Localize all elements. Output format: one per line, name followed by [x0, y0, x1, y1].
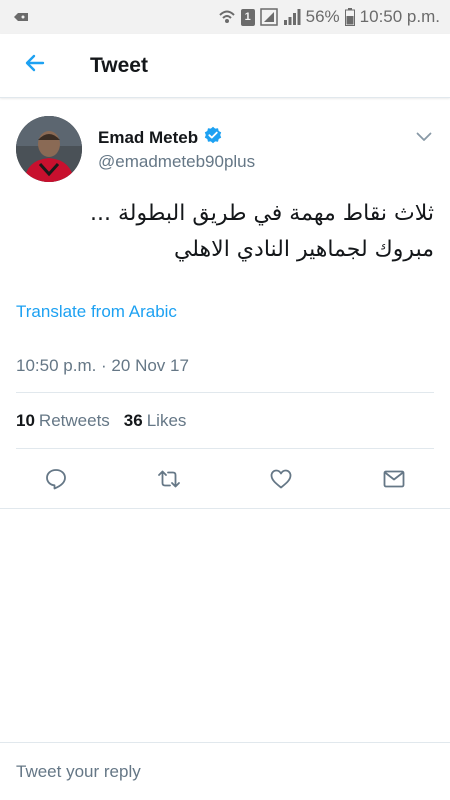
status-indicators: 1 56% 10:50 p.m.: [218, 7, 440, 27]
notification-icon: [12, 11, 30, 23]
app-bar: Tweet: [0, 34, 450, 98]
page-title: Tweet: [90, 53, 148, 77]
like-icon: [269, 467, 293, 496]
avatar[interactable]: [16, 116, 82, 182]
tweet-actions: [0, 460, 450, 500]
divider: [16, 448, 434, 449]
status-bar: 1 56% 10:50 p.m.: [0, 0, 450, 34]
signal-icon: [259, 8, 278, 26]
sim-icon: 1: [240, 8, 255, 26]
retweet-button[interactable]: [154, 466, 184, 496]
divider: [0, 508, 450, 509]
tweet-menu-button[interactable]: [412, 126, 436, 150]
signal-icon: [283, 8, 301, 26]
status-time: 10:50 p.m.: [359, 7, 440, 26]
chevron-down-icon: [416, 129, 432, 147]
verified-badge-icon: [204, 126, 222, 149]
arrow-left-icon: [23, 51, 47, 80]
author-handle[interactable]: @emadmeteb90plus: [98, 152, 255, 172]
reply-input[interactable]: [16, 757, 434, 787]
author-display-name[interactable]: Emad Meteb: [98, 128, 198, 148]
battery-percent: 56%: [305, 7, 340, 26]
translate-link[interactable]: Translate from Arabic: [16, 302, 177, 322]
tweet-text-line: ثلاث نقاط مهمة في طريق البطولة ...: [90, 201, 434, 226]
retweets-label: Retweets: [38, 411, 110, 430]
likes-label: Likes: [146, 411, 187, 430]
wifi-calling-icon: [218, 8, 236, 26]
likes-count: 36: [123, 411, 143, 430]
direct-message-button[interactable]: [379, 466, 409, 496]
back-button[interactable]: [0, 34, 70, 98]
like-button[interactable]: [266, 466, 296, 496]
retweet-icon: [155, 467, 183, 496]
battery-icon: [344, 8, 355, 26]
tweet-timestamp[interactable]: 10:50 p.m. · 20 Nov 17: [16, 356, 189, 376]
tweet-text-line: مبروك لجماهير النادي الاهلي: [173, 237, 434, 262]
author-name-row: Emad Meteb: [98, 126, 222, 149]
tweet-text: ثلاث نقاط مهمة في طريق البطولة ... مبروك…: [16, 196, 434, 268]
tweet-stats: 10 Retweets 36 Likes: [16, 411, 186, 431]
reply-icon: [44, 467, 68, 496]
retweets-stat[interactable]: 10 Retweets: [16, 411, 110, 431]
retweets-count: 10: [16, 411, 35, 430]
direct-message-icon: [382, 467, 406, 496]
divider: [16, 392, 434, 393]
reply-bar: [0, 742, 450, 800]
tweet-header: Emad Meteb @emadmeteb90plus: [0, 110, 450, 190]
reply-button[interactable]: [41, 466, 71, 496]
likes-stat[interactable]: 36 Likes: [124, 411, 187, 431]
